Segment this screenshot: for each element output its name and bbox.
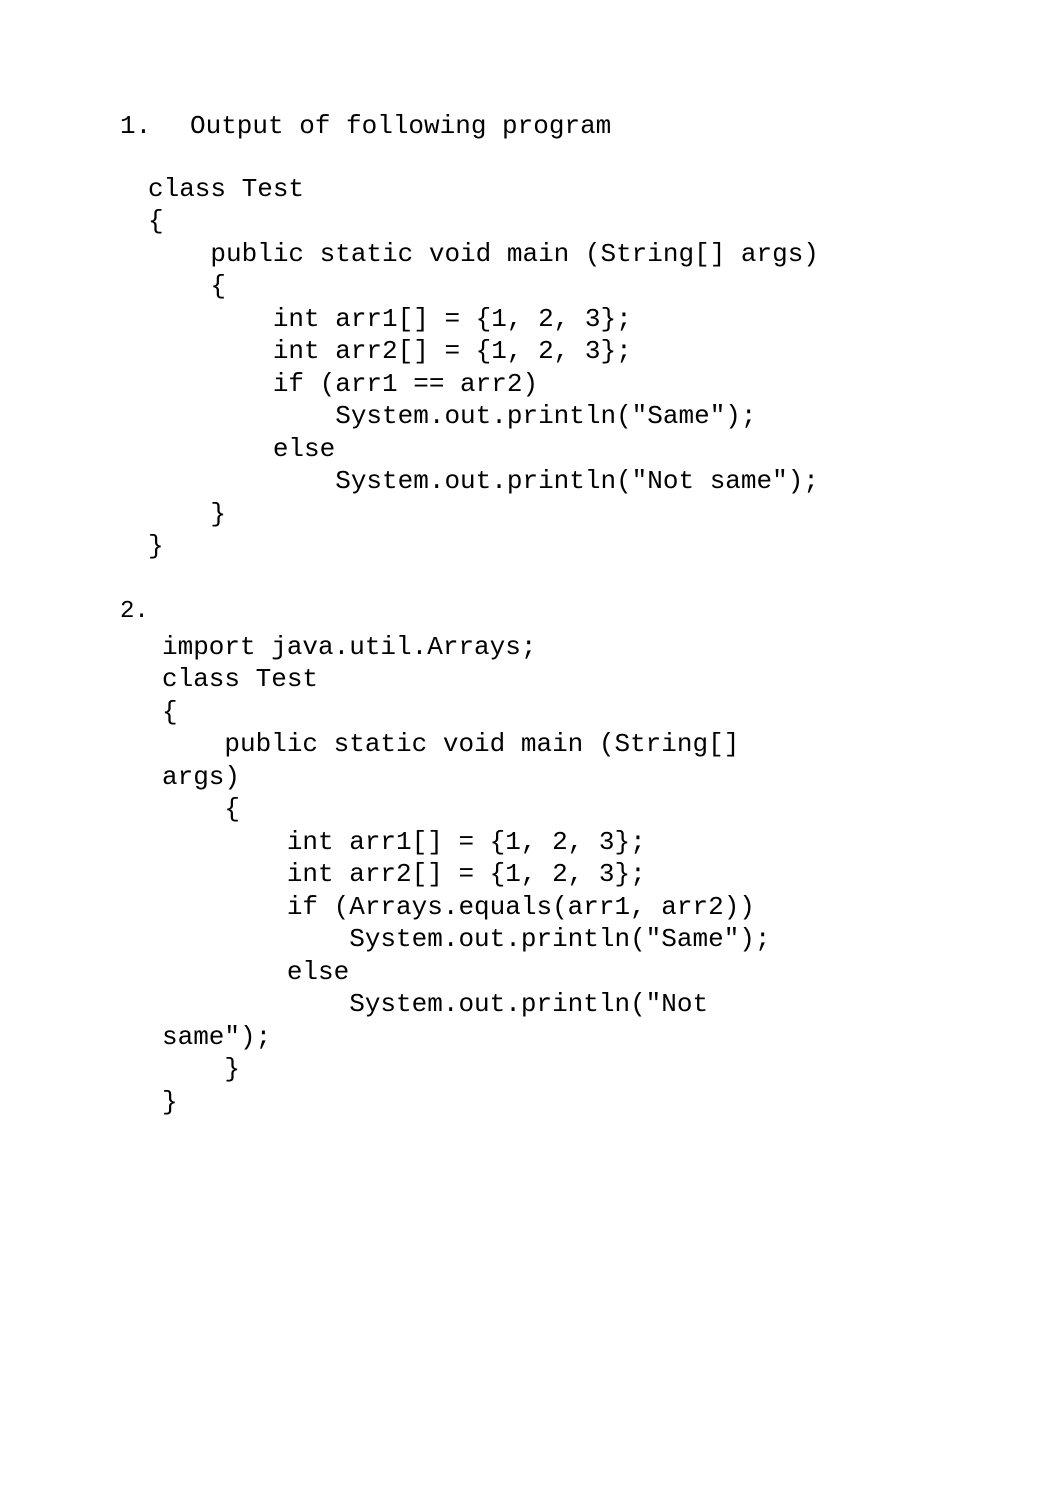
document-content: 1. Output of following program class Tes… — [0, 110, 1062, 1118]
question-1-title: Output of following program — [190, 110, 982, 143]
question-1-number: 1. — [120, 110, 190, 143]
question-1-header: 1. Output of following program — [120, 110, 982, 143]
question-2-number: 2. — [120, 597, 982, 627]
question-2-section: 2. import java.util.Arrays; class Test {… — [120, 597, 982, 1119]
question-1-code: class Test { public static void main (St… — [120, 173, 982, 563]
question-2-code: import java.util.Arrays; class Test { pu… — [120, 631, 982, 1119]
